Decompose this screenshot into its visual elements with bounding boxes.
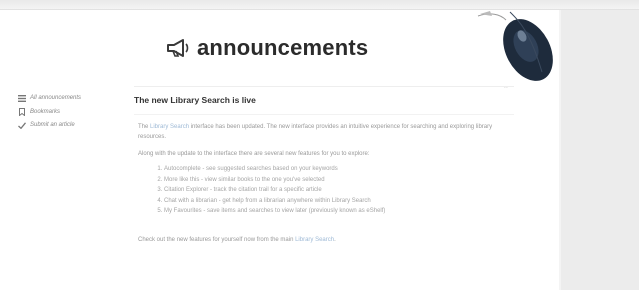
sidebar-item-label: Submit an article bbox=[30, 122, 75, 128]
right-panel bbox=[561, 10, 639, 290]
list-item: Citation Explorer - track the citation t… bbox=[164, 185, 514, 196]
text: The bbox=[138, 124, 151, 130]
megaphone-icon bbox=[167, 39, 189, 57]
announcement-post: The new Library Search is live The Libra… bbox=[134, 86, 514, 245]
page-header: announcements bbox=[165, 33, 368, 63]
post-paragraph-intro: The Library Search interface has been up… bbox=[138, 122, 510, 142]
sidebar-item-all-announcements[interactable]: All announcements bbox=[17, 92, 127, 104]
list-icon bbox=[17, 94, 27, 102]
list-item: Autocomplete - see suggested searches ba… bbox=[164, 164, 514, 175]
sidebar-item-label: All announcements bbox=[30, 95, 82, 101]
post-paragraph-features-intro: Along with the update to the interface t… bbox=[138, 151, 370, 157]
sidebar: All announcements Bookmarks Submit an ar… bbox=[17, 92, 127, 133]
feature-list: Autocomplete - see suggested searches ba… bbox=[134, 164, 514, 217]
text: interface has been updated. The new inte… bbox=[138, 124, 493, 140]
text: . bbox=[334, 236, 336, 243]
decorative-disc-graphic bbox=[477, 11, 553, 81]
sidebar-item-submit-article[interactable]: Submit an article bbox=[17, 119, 127, 131]
library-search-link[interactable]: Library Search bbox=[295, 237, 334, 243]
list-item: My Favourites - save items and searches … bbox=[164, 206, 514, 217]
post-paragraph-cta: Check out the new features for yourself … bbox=[138, 235, 510, 245]
bookmark-icon bbox=[17, 107, 27, 116]
check-icon bbox=[17, 121, 27, 129]
sidebar-item-bookmarks[interactable]: Bookmarks bbox=[17, 106, 127, 118]
post-title: The new Library Search is live bbox=[134, 86, 514, 115]
page-title: announcements bbox=[197, 35, 369, 60]
sidebar-item-label: Bookmarks bbox=[30, 108, 61, 115]
list-item: Chat with a librarian - get help from a … bbox=[164, 196, 514, 207]
library-search-link[interactable]: Library Search bbox=[150, 124, 189, 130]
list-item: More like this - view similar books to t… bbox=[164, 175, 514, 186]
text: Check out the new features for yourself … bbox=[138, 236, 296, 243]
